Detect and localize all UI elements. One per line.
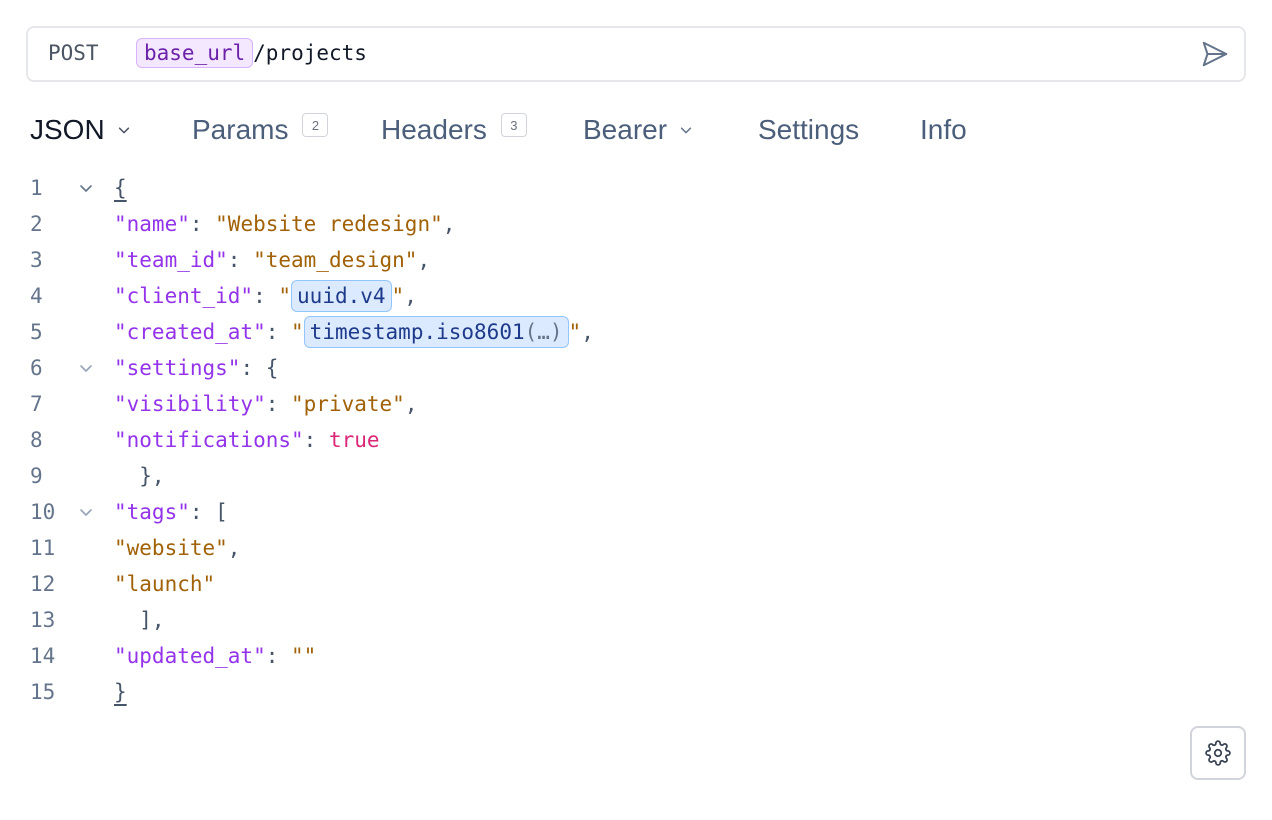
- json-string: "private": [291, 392, 405, 416]
- line-number: 3: [30, 248, 43, 272]
- json-key: "visibility": [114, 392, 266, 416]
- code-line: 7 "visibility": "private",: [0, 386, 900, 422]
- code-line: 3 "team_id": "team_design",: [0, 242, 900, 278]
- editor-settings-button[interactable]: [1190, 726, 1246, 780]
- tab-label: JSON: [30, 114, 105, 145]
- chevron-down-icon[interactable]: [78, 360, 94, 376]
- code-text: "created_at": " timestamp.iso8601(…) ",: [114, 316, 594, 348]
- tab-label: Info: [920, 114, 967, 145]
- json-key: "tags": [114, 500, 190, 524]
- json-key: "settings": [114, 356, 241, 380]
- line-number: 2: [30, 212, 43, 236]
- tab-headers[interactable]: Headers 3: [381, 110, 527, 150]
- chevron-down-icon: [680, 127, 692, 134]
- code-text: "notifications": true: [114, 428, 380, 452]
- json-key: "updated_at": [114, 644, 266, 668]
- line-number: 8: [30, 428, 43, 452]
- line-number: 10: [30, 500, 56, 524]
- code-line: 2 "name": "Website redesign",: [0, 206, 900, 242]
- tab-json[interactable]: JSON: [30, 110, 131, 150]
- code-text: }: [114, 680, 127, 704]
- json-string: "team_design": [253, 248, 418, 272]
- code-line: 8 "notifications": true: [0, 422, 900, 458]
- count-badge: 3: [500, 113, 527, 137]
- count-badge: 2: [302, 113, 329, 137]
- code-text: ],: [114, 608, 165, 632]
- url-variable-chip[interactable]: base_url: [136, 38, 254, 68]
- code-line: 5 "created_at": " timestamp.iso8601(…) ",: [0, 314, 900, 350]
- code-text: {: [114, 176, 127, 200]
- code-line: 11 "website",: [0, 530, 900, 566]
- line-number: 15: [30, 680, 56, 704]
- template-function-chip[interactable]: timestamp.iso8601(…): [303, 316, 569, 348]
- code-text: "launch": [114, 572, 215, 596]
- http-method[interactable]: POST: [48, 41, 99, 65]
- tab-auth[interactable]: Bearer: [583, 110, 693, 150]
- code-text: "website",: [114, 536, 241, 560]
- url-path: /projects: [253, 41, 367, 65]
- code-text: "team_id": "team_design",: [114, 248, 431, 272]
- chevron-down-icon[interactable]: [78, 504, 94, 520]
- line-number: 13: [30, 608, 56, 632]
- json-key: "notifications": [114, 428, 304, 452]
- code-text: "tags": [: [114, 500, 228, 524]
- line-number: 9: [30, 464, 43, 488]
- code-text: },: [114, 464, 165, 488]
- json-boolean: true: [328, 428, 380, 452]
- url-bar[interactable]: POST base_url /projects: [26, 26, 1246, 82]
- line-number: 4: [30, 284, 43, 308]
- code-line: 15 }: [0, 674, 900, 710]
- json-key: "created_at": [114, 320, 266, 344]
- json-key: "team_id": [114, 248, 228, 272]
- tab-label: Bearer: [583, 114, 668, 145]
- tab-label: Headers: [381, 114, 487, 145]
- code-text: "updated_at": "": [114, 644, 317, 668]
- code-line: 13 ],: [0, 602, 900, 638]
- send-button[interactable]: [1200, 39, 1230, 69]
- tab-label: Params: [192, 114, 289, 145]
- code-line: 4 "client_id": " uuid.v4 ",: [0, 278, 900, 314]
- json-key: "client_id": [114, 284, 254, 308]
- send-icon: [1202, 41, 1228, 67]
- code-line: 1 {: [0, 170, 900, 206]
- template-function-name: timestamp.iso8601: [309, 320, 525, 344]
- line-number: 5: [30, 320, 43, 344]
- code-line: 14 "updated_at": "": [0, 638, 900, 674]
- line-number: 12: [30, 572, 56, 596]
- tab-params[interactable]: Params 2: [192, 110, 329, 150]
- json-string: "launch": [114, 572, 216, 596]
- template-function-chip[interactable]: uuid.v4: [291, 280, 392, 312]
- chevron-down-icon: [118, 127, 129, 134]
- code-line: 12 "launch": [0, 566, 900, 602]
- url-input[interactable]: base_url /projects: [136, 37, 367, 69]
- template-args: (…): [524, 320, 563, 344]
- code-text: "settings": {: [114, 356, 279, 380]
- line-number: 7: [30, 392, 43, 416]
- json-string: "website": [114, 536, 228, 560]
- code-text: "name": "Website redesign",: [114, 212, 456, 236]
- line-number: 11: [30, 536, 56, 560]
- json-key: "name": [114, 212, 190, 236]
- code-text: "client_id": " uuid.v4 ",: [114, 280, 417, 312]
- line-number: 14: [30, 644, 56, 668]
- gear-icon: [1205, 740, 1231, 766]
- json-string: "": [291, 644, 317, 668]
- tab-label: Settings: [758, 114, 860, 145]
- json-string: "Website redesign": [215, 212, 443, 236]
- code-line: 10 "tags": [: [0, 494, 900, 530]
- chevron-down-icon[interactable]: [78, 180, 94, 196]
- tab-info[interactable]: Info: [920, 110, 967, 150]
- line-number: 6: [30, 356, 43, 380]
- line-number: 1: [30, 176, 43, 200]
- code-text: "visibility": "private",: [114, 392, 418, 416]
- code-line: 9 },: [0, 458, 900, 494]
- tab-settings[interactable]: Settings: [758, 110, 859, 150]
- code-line: 6 "settings": {: [0, 350, 900, 386]
